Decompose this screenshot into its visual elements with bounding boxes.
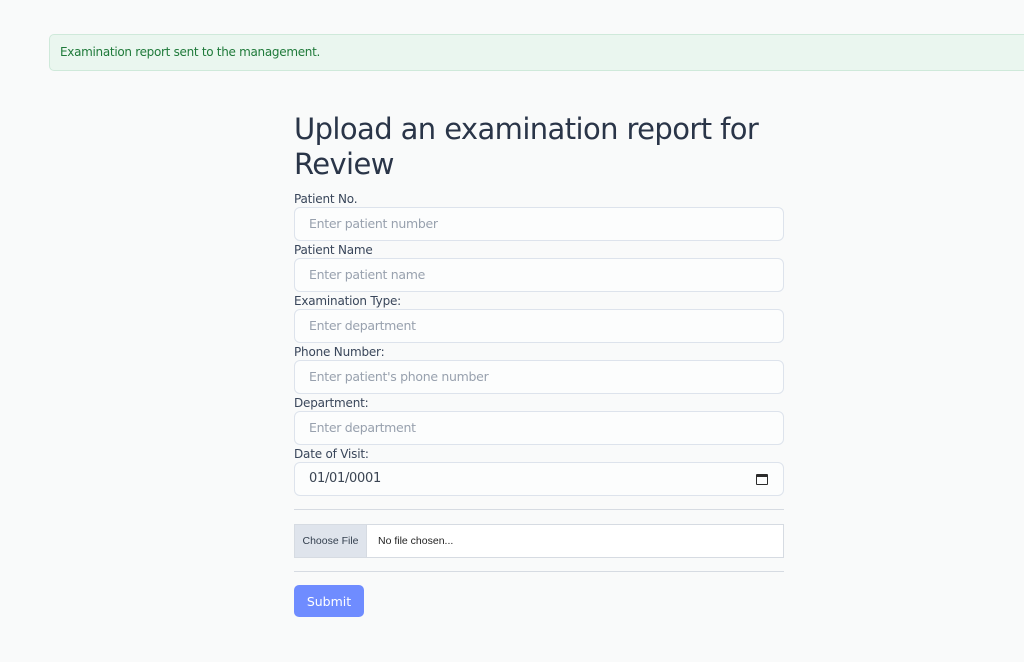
file-input[interactable]: Choose File No file chosen... <box>294 524 784 558</box>
patient-name-input[interactable]: Enter patient name <box>294 258 784 292</box>
examination-type-label: Examination Type: <box>294 294 402 308</box>
phone-number-input[interactable]: Enter patient's phone number <box>294 360 784 394</box>
examination-type-input[interactable]: Enter department <box>294 309 784 343</box>
alert-message: Examination report sent to the managemen… <box>60 45 321 59</box>
patient-name-label: Patient Name <box>294 243 373 257</box>
patient-no-input[interactable]: Enter patient number <box>294 207 784 241</box>
date-of-visit-value: 01/01/0001 <box>309 471 381 486</box>
department-label: Department: <box>294 396 369 410</box>
date-of-visit-input[interactable]: 01/01/0001 <box>294 462 784 496</box>
calendar-icon[interactable] <box>756 474 768 485</box>
divider-bottom <box>294 571 784 572</box>
department-input[interactable]: Enter department <box>294 411 784 445</box>
file-status-text: No file chosen... <box>378 535 454 547</box>
choose-file-button[interactable]: Choose File <box>295 525 367 557</box>
patient-no-label: Patient No. <box>294 192 358 206</box>
phone-number-label: Phone Number: <box>294 345 385 359</box>
divider-top <box>294 509 784 510</box>
date-of-visit-label: Date of Visit: <box>294 447 369 461</box>
upload-report-form: Upload an examination report for Review … <box>294 112 784 617</box>
page-title: Upload an examination report for Review <box>294 112 759 181</box>
submit-button[interactable]: Submit <box>294 585 364 617</box>
success-alert: Examination report sent to the managemen… <box>49 34 1024 71</box>
